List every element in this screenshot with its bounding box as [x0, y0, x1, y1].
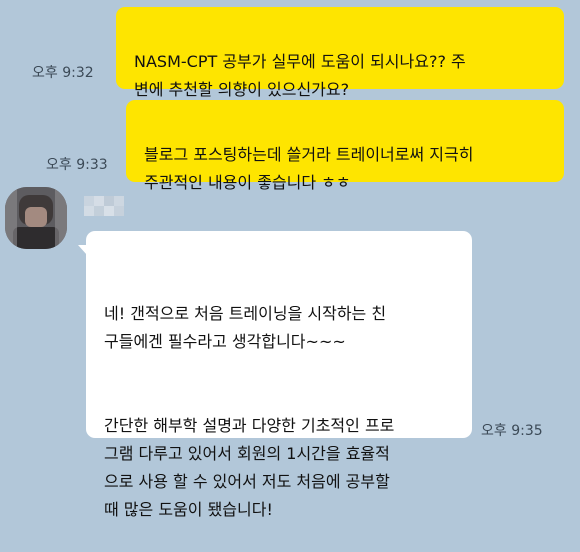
name-pixel: [94, 196, 104, 206]
message-text: 간단한 해부학 설명과 다양한 기초적인 프로 그램 다루고 있어서 회원의 1…: [104, 416, 395, 519]
name-pixel: [104, 196, 114, 206]
bubble-tail: [78, 245, 87, 255]
message-time: 오후 9:32: [32, 65, 94, 81]
sent-message-bubble[interactable]: NASM-CPT 공부가 실무에 도움이 되시나요?? 주 변에 추천할 의향이…: [116, 7, 564, 99]
name-pixel: [84, 196, 94, 206]
avatar-pixel: [5, 187, 17, 249]
message-text: 네! 갠적으로 처음 트레이닝을 시작하는 친 구들에겐 필수라고 생각합니다~…: [104, 304, 387, 351]
message-time: 오후 9:33: [46, 157, 108, 173]
avatar-pixel: [13, 227, 59, 249]
avatar-pixel: [55, 187, 67, 249]
message-time: 오후 9:35: [481, 423, 543, 439]
name-pixel: [84, 206, 94, 216]
sent-message-bubble[interactable]: 블로그 포스팅하는데 쓸거라 트레이너로써 지극히 주관적인 내용이 좋습니다 …: [126, 100, 564, 192]
name-pixel: [94, 206, 104, 216]
name-pixel: [114, 206, 124, 216]
sender-avatar[interactable]: [5, 187, 67, 249]
received-message-bubble[interactable]: 네! 갠적으로 처음 트레이닝을 시작하는 친 구들에겐 필수라고 생각합니다~…: [78, 231, 472, 519]
chat-room: 오후 9:32 NASM-CPT 공부가 실무에 도움이 되시나요?? 주 변에…: [0, 0, 580, 519]
name-pixel: [104, 206, 114, 216]
name-pixel: [114, 196, 124, 206]
message-text: 블로그 포스팅하는데 쓸거라 트레이너로써 지극히 주관적인 내용이 좋습니다 …: [144, 145, 474, 192]
sender-name: [84, 192, 130, 220]
avatar-pixel: [25, 207, 47, 227]
message-text: NASM-CPT 공부가 실무에 도움이 되시나요?? 주 변에 추천할 의향이…: [134, 52, 466, 99]
